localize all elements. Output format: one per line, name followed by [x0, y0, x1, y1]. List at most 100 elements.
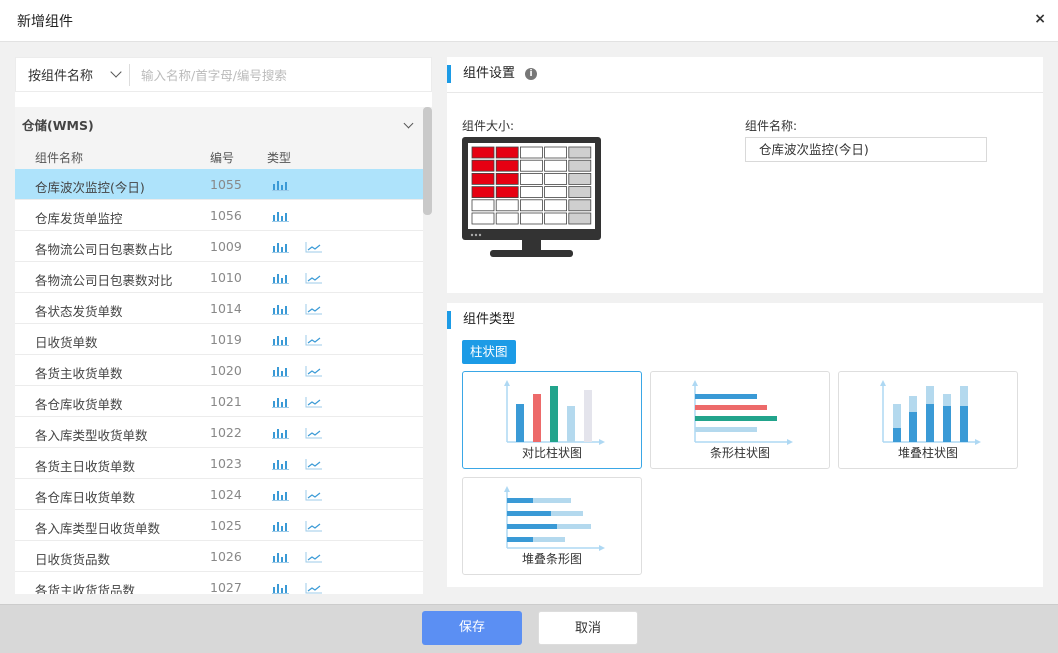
- size-grid-cell[interactable]: [520, 199, 543, 212]
- size-grid-cell[interactable]: [471, 173, 495, 185]
- list-item[interactable]: 仓库发货单监控 1056: [15, 200, 432, 231]
- size-grid-cell[interactable]: [544, 212, 567, 225]
- list-item[interactable]: 仓库波次监控(今日) 1055: [15, 169, 432, 200]
- scrollbar-track[interactable]: [423, 107, 432, 594]
- size-grid-cell[interactable]: [495, 173, 519, 185]
- line-chart-icon[interactable]: [305, 551, 323, 563]
- bar-chart-icon[interactable]: [272, 396, 289, 408]
- component-code: 1024: [210, 487, 242, 502]
- line-chart-icon[interactable]: [305, 272, 323, 284]
- size-grid-cell[interactable]: [520, 146, 543, 159]
- search-divider: [129, 64, 130, 86]
- list-item[interactable]: 各状态发货单数 1014: [15, 293, 432, 324]
- bar-chart-icon[interactable]: [272, 303, 289, 315]
- chevron-down-icon[interactable]: [403, 118, 414, 129]
- size-grid-cell[interactable]: [568, 159, 592, 172]
- size-grid-cell[interactable]: [471, 186, 495, 198]
- list-item[interactable]: 各货主收货货品数 1027: [15, 572, 432, 594]
- size-grid-cell[interactable]: [495, 212, 519, 225]
- list-item[interactable]: 日收货货品数 1026: [15, 541, 432, 572]
- info-icon[interactable]: i: [525, 68, 538, 80]
- size-grid-cell[interactable]: [520, 186, 543, 198]
- size-grid-cell[interactable]: [520, 212, 543, 225]
- line-chart-icon[interactable]: [305, 582, 323, 594]
- bar-chart-icon[interactable]: [272, 365, 289, 377]
- component-name-field[interactable]: 仓库波次监控(今日): [745, 137, 987, 162]
- size-grid-cell[interactable]: [568, 173, 592, 185]
- bar-chart-icon[interactable]: [272, 489, 289, 501]
- category-tag-bar[interactable]: 柱状图: [462, 340, 516, 364]
- component-list[interactable]: 仓储(WMS) 组件名称 编号 类型 仓库波次监控(今日) 1055 仓库发货单监控…: [15, 107, 432, 594]
- line-chart-icon[interactable]: [305, 458, 323, 470]
- bar-chart-icon[interactable]: [272, 520, 289, 532]
- list-item[interactable]: 各货主日收货单数 1023: [15, 448, 432, 479]
- type-card-stacked-bar[interactable]: 堆叠柱状图: [838, 371, 1018, 469]
- save-button[interactable]: 保存: [422, 611, 522, 645]
- type-card-stacked-horizontal-bar[interactable]: 堆叠条形图: [462, 477, 642, 575]
- size-grid-cell[interactable]: [568, 212, 592, 225]
- search-mode-label: 按组件名称: [28, 69, 94, 84]
- line-chart-icon[interactable]: [305, 365, 323, 377]
- bar-chart-icon[interactable]: [272, 427, 289, 439]
- component-name: 各货主收货货品数: [35, 583, 136, 594]
- list-item[interactable]: 各货主收货单数 1020: [15, 355, 432, 386]
- scrollbar-thumb[interactable]: [423, 107, 432, 215]
- component-code: 1056: [210, 208, 242, 223]
- bar-chart-icon[interactable]: [272, 551, 289, 563]
- search-input[interactable]: [141, 62, 426, 88]
- type-card-horizontal-bar[interactable]: 条形柱状图: [650, 371, 830, 469]
- size-picker-monitor: [462, 137, 602, 264]
- component-name: 各状态发货单数: [35, 304, 123, 319]
- list-item[interactable]: 各物流公司日包裹数占比 1009: [15, 231, 432, 262]
- cancel-button[interactable]: 取消: [538, 611, 638, 645]
- component-name: 各入库类型日收货单数: [35, 521, 161, 536]
- line-chart-icon[interactable]: [305, 427, 323, 439]
- bar-chart-icon[interactable]: [272, 458, 289, 470]
- type-card-compare-bar[interactable]: 对比柱状图: [462, 371, 642, 469]
- size-grid-cell[interactable]: [495, 159, 519, 172]
- size-grid-cell[interactable]: [471, 212, 495, 225]
- component-code: 1014: [210, 301, 242, 316]
- size-grid-cell[interactable]: [544, 146, 567, 159]
- list-item[interactable]: 各仓库收货单数 1021: [15, 386, 432, 417]
- bar-chart-icon[interactable]: [272, 334, 289, 346]
- card-caption: 堆叠条形图: [521, 552, 582, 566]
- list-item[interactable]: 各仓库日收货单数 1024: [15, 479, 432, 510]
- column-code: 编号: [210, 151, 235, 165]
- size-grid-cell[interactable]: [520, 173, 543, 185]
- group-header-wms[interactable]: 仓储(WMS): [15, 107, 432, 144]
- size-grid-cell[interactable]: [544, 186, 567, 198]
- size-grid-cell[interactable]: [544, 173, 567, 185]
- bar-chart-icon[interactable]: [272, 210, 289, 222]
- line-chart-icon[interactable]: [305, 303, 323, 315]
- size-grid-cell[interactable]: [520, 159, 543, 172]
- stacked-bar-icon: [880, 380, 981, 445]
- line-chart-icon[interactable]: [305, 520, 323, 532]
- size-grid-cell[interactable]: [471, 199, 495, 212]
- size-grid-cell[interactable]: [568, 146, 592, 159]
- bar-chart-icon[interactable]: [272, 272, 289, 284]
- line-chart-icon[interactable]: [305, 489, 323, 501]
- list-item[interactable]: 日收货单数 1019: [15, 324, 432, 355]
- size-grid-cell[interactable]: [568, 199, 592, 212]
- bar-chart-icon[interactable]: [272, 179, 289, 191]
- search-mode-select[interactable]: 按组件名称: [16, 58, 128, 91]
- size-grid-cell[interactable]: [568, 186, 592, 198]
- bar-chart-icon[interactable]: [272, 241, 289, 253]
- line-chart-icon[interactable]: [305, 396, 323, 408]
- size-grid-cell[interactable]: [471, 146, 495, 159]
- list-item[interactable]: 各入库类型日收货单数 1025: [15, 510, 432, 541]
- size-grid-cell[interactable]: [471, 159, 495, 172]
- component-code: 1025: [210, 518, 242, 533]
- size-grid-cell[interactable]: [544, 159, 567, 172]
- size-grid-cell[interactable]: [495, 186, 519, 198]
- size-grid-cell[interactable]: [495, 146, 519, 159]
- close-icon[interactable]: ×: [1034, 11, 1046, 27]
- bar-chart-icon[interactable]: [272, 582, 289, 594]
- line-chart-icon[interactable]: [305, 334, 323, 346]
- size-grid-cell[interactable]: [544, 199, 567, 212]
- list-item[interactable]: 各入库类型收货单数 1022: [15, 417, 432, 448]
- list-item[interactable]: 各物流公司日包裹数对比 1010: [15, 262, 432, 293]
- size-grid-cell[interactable]: [495, 199, 519, 212]
- line-chart-icon[interactable]: [305, 241, 323, 253]
